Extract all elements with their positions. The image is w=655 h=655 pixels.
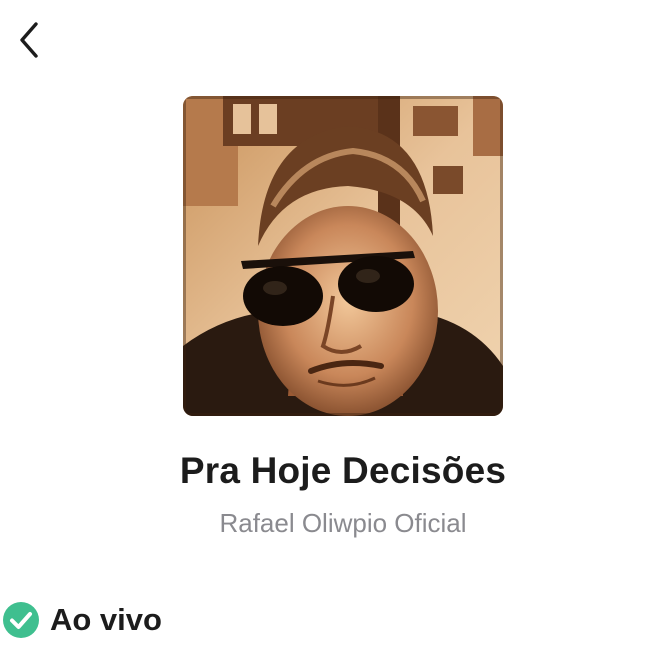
back-button[interactable]	[6, 16, 50, 64]
album-cover[interactable]	[183, 96, 503, 416]
chevron-left-icon	[20, 22, 38, 58]
live-label: Ao vivo	[50, 602, 162, 637]
album-title: Pra Hoje Decisões	[179, 450, 507, 491]
album-cover-image	[183, 96, 503, 416]
album-screen: Pra Hoje Decisões Rafael Oliwpio Oficial…	[0, 0, 655, 655]
artist-name[interactable]: Rafael Oliwpio Oficial	[0, 508, 655, 539]
check-circle-icon	[3, 602, 39, 638]
live-status: Ao vivo	[2, 600, 162, 640]
